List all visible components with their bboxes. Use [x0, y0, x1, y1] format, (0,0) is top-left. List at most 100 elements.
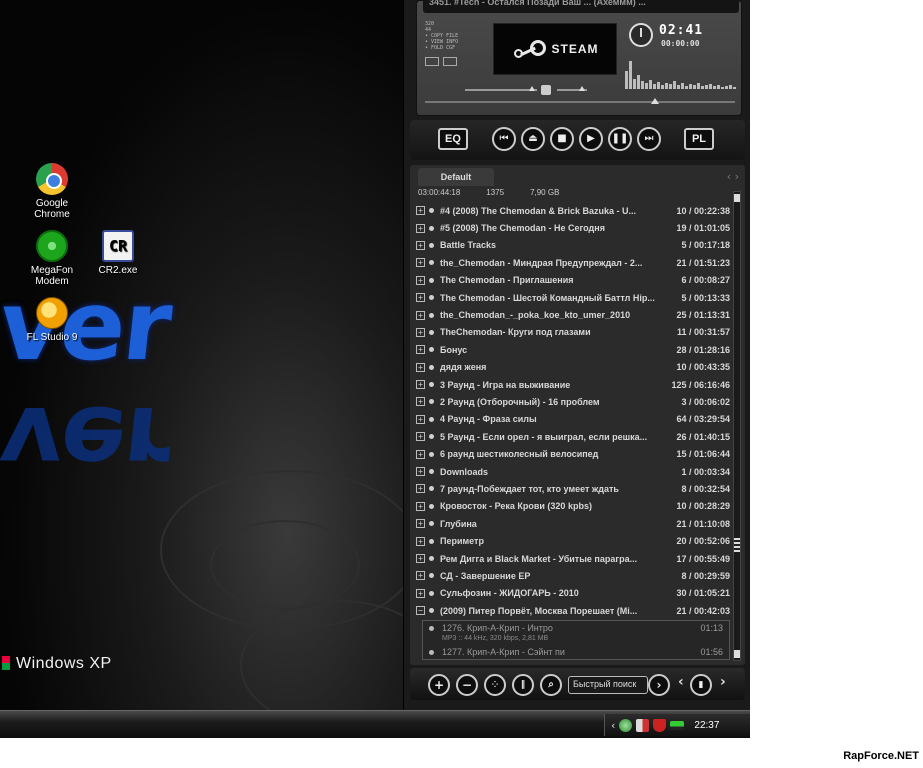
- playlist-scrollbar[interactable]: [733, 191, 741, 661]
- remove-icon[interactable]: −: [456, 674, 478, 696]
- playlist-group[interactable]: + Бонус 28 / 01:28:16: [416, 341, 730, 358]
- playlist-group[interactable]: + the_Chemodan - Миндрая Предупреждал - 2…: [416, 254, 730, 271]
- playlist-group[interactable]: +4 Раунд - Фраза силы 64 / 03:29:54: [416, 411, 730, 428]
- chevron-left-icon[interactable]: ‹: [678, 674, 684, 690]
- collapse-icon[interactable]: −: [416, 606, 425, 616]
- expand-icon[interactable]: +: [416, 275, 425, 285]
- expand-icon[interactable]: +: [416, 449, 425, 459]
- expand-icon[interactable]: +: [416, 397, 425, 407]
- playlist-group[interactable]: + #4 (2008) The Chemodan & Brick Bazuka -…: [416, 202, 730, 219]
- playlist-group[interactable]: + Периметр 20 / 00:52:06: [416, 532, 730, 549]
- playlist-group[interactable]: + Кровосток - Река Крови (320 kpbs) 10 / 0…: [416, 498, 730, 515]
- playlist-group[interactable]: +6 раунд шестиколесный велосипед 15 / 01:…: [416, 445, 730, 462]
- playlist-group[interactable]: + Battle Tracks 5 / 00:17:18: [416, 237, 730, 254]
- spectrum-bar: [657, 82, 660, 89]
- arrow-left-icon[interactable]: ‹: [611, 719, 615, 732]
- volume-slider[interactable]: [465, 86, 537, 91]
- track-row[interactable]: 1276. Крип-А-Крип - Интро 01:13: [423, 621, 729, 635]
- power-icon[interactable]: [629, 23, 653, 47]
- expand-icon[interactable]: +: [416, 536, 425, 546]
- chevron-left-icon[interactable]: ‹: [727, 170, 731, 183]
- add-icon[interactable]: +: [428, 674, 450, 696]
- expand-icon[interactable]: +: [416, 362, 425, 372]
- expand-icon[interactable]: +: [416, 467, 425, 477]
- expand-icon[interactable]: +: [416, 588, 425, 598]
- fold-cgf-option[interactable]: • FOLD CGF: [425, 45, 458, 51]
- search-icon[interactable]: ⌕: [540, 674, 562, 696]
- desktop-icon-chrome[interactable]: Google Chrome: [20, 163, 84, 220]
- expand-icon[interactable]: +: [416, 310, 425, 320]
- playlist-group[interactable]: + The Chemodan - Шестой Командный Баттл H…: [416, 289, 730, 306]
- expand-icon[interactable]: +: [416, 223, 425, 233]
- playlist-group[interactable]: + Downloads 1 / 00:03:34: [416, 463, 730, 480]
- pl-button[interactable]: PL: [684, 128, 714, 150]
- scroll-thumb[interactable]: [734, 538, 740, 552]
- prev-icon[interactable]: ⏮: [492, 127, 516, 151]
- time-elapsed[interactable]: 02:41: [659, 23, 703, 38]
- scroll-down-icon[interactable]: [734, 650, 740, 658]
- expand-icon[interactable]: +: [416, 571, 425, 581]
- playlist-group[interactable]: +2 Раунд (Отборочный) - 16 проблем 3 / 00…: [416, 393, 730, 410]
- shield-icon[interactable]: [653, 718, 667, 732]
- tray-clock[interactable]: 22:37: [694, 720, 719, 731]
- playlist-group[interactable]: +5 Раунд - Если орел - я выиграл, если р…: [416, 428, 730, 445]
- sort-icon[interactable]: ‖: [512, 674, 534, 696]
- playlist-group[interactable]: + дядя женя 10 / 00:43:35: [416, 359, 730, 376]
- seek-knob[interactable]: [651, 98, 659, 104]
- balance-knob[interactable]: [579, 86, 585, 91]
- chevron-right-icon[interactable]: ›: [735, 170, 739, 183]
- battery-icon[interactable]: [670, 720, 685, 730]
- expand-icon[interactable]: +: [416, 380, 425, 390]
- expand-icon[interactable]: +: [416, 258, 425, 268]
- expand-icon[interactable]: +: [416, 484, 425, 494]
- next-icon[interactable]: ⏭: [637, 127, 661, 151]
- playlist-group[interactable]: + Глубина 21 / 01:10:08: [416, 515, 730, 532]
- chevron-right-icon[interactable]: ›: [720, 674, 726, 690]
- scroll-up-icon[interactable]: [734, 194, 740, 202]
- expand-icon[interactable]: +: [416, 432, 425, 442]
- expand-icon[interactable]: +: [416, 414, 425, 424]
- play-icon[interactable]: ▶: [579, 127, 603, 151]
- desktop-icon-megafon[interactable]: MegaFon Modem: [20, 230, 84, 287]
- expand-icon[interactable]: +: [416, 240, 425, 250]
- playlist-group[interactable]: +3 Раунд - Игра на выживание 125 / 06:16:…: [416, 376, 730, 393]
- eject-icon[interactable]: ⏏: [521, 127, 545, 151]
- desktop-icon-fl-studio[interactable]: FL Studio 9: [20, 297, 84, 343]
- playlist-group[interactable]: + Сульфозин - ЖИДОГАРЬ - 2010 30 / 01:05:2…: [416, 585, 730, 602]
- desktop-icon-cr2[interactable]: CR CR2.exe: [86, 230, 150, 276]
- stop-icon[interactable]: ■: [550, 127, 574, 151]
- spectrum-bar: [681, 83, 684, 89]
- playlist-tab-default[interactable]: Default: [418, 168, 494, 186]
- file-icon[interactable]: ▮: [690, 674, 712, 696]
- playlist-group[interactable]: +7 раунд-Побеждает тот, кто умеет ждать 8…: [416, 480, 730, 497]
- folder-icon[interactable]: [425, 57, 439, 66]
- expand-icon[interactable]: +: [416, 345, 425, 355]
- playlist-group[interactable]: + The Chemodan - Приглашения 6 / 00:08:27: [416, 272, 730, 289]
- playlist-group[interactable]: + Рем Дигга и Black Market - Убитые параг…: [416, 550, 730, 567]
- playlist-group[interactable]: + the_Chemodan_-_poka_koe_kto_umer_2010 25…: [416, 306, 730, 323]
- search-go-icon[interactable]: ›: [648, 674, 670, 696]
- expand-icon[interactable]: +: [416, 206, 425, 216]
- expand-icon[interactable]: +: [416, 327, 425, 337]
- network-icon[interactable]: [619, 718, 633, 732]
- playlist-group[interactable]: + СД - Завершение EP 8 / 00:29:59: [416, 567, 730, 584]
- playlist-group[interactable]: + TheChemodan- Круги под глазами 11 / 00:3…: [416, 324, 730, 341]
- playlist-tab-nav[interactable]: ‹ ›: [727, 170, 739, 183]
- balance-slider[interactable]: [557, 86, 587, 91]
- quick-search-input[interactable]: Быстрый поиск: [568, 676, 648, 694]
- seek-bar[interactable]: [425, 98, 735, 104]
- flag-icon[interactable]: [636, 718, 650, 732]
- eq-button[interactable]: EQ: [438, 128, 468, 150]
- playlist-group[interactable]: + #5 (2008) The Chemodan - Не Сегодня 19 /…: [416, 219, 730, 236]
- expand-icon[interactable]: +: [416, 501, 425, 511]
- playlist-group[interactable]: − (2009) Питер Порвёт, Москва Порешает (M…: [416, 602, 730, 619]
- mute-icon[interactable]: [541, 85, 551, 95]
- screen-icon[interactable]: [443, 57, 457, 66]
- expand-icon[interactable]: +: [416, 519, 425, 529]
- volume-knob[interactable]: [529, 86, 535, 91]
- expand-icon[interactable]: +: [416, 293, 425, 303]
- track-row[interactable]: 1277. Крип-А-Крип - Сэйнт пи 01:56: [423, 645, 729, 659]
- pause-icon[interactable]: ❚❚: [608, 127, 632, 151]
- expand-icon[interactable]: +: [416, 554, 425, 563]
- select-icon[interactable]: ⁘: [484, 674, 506, 696]
